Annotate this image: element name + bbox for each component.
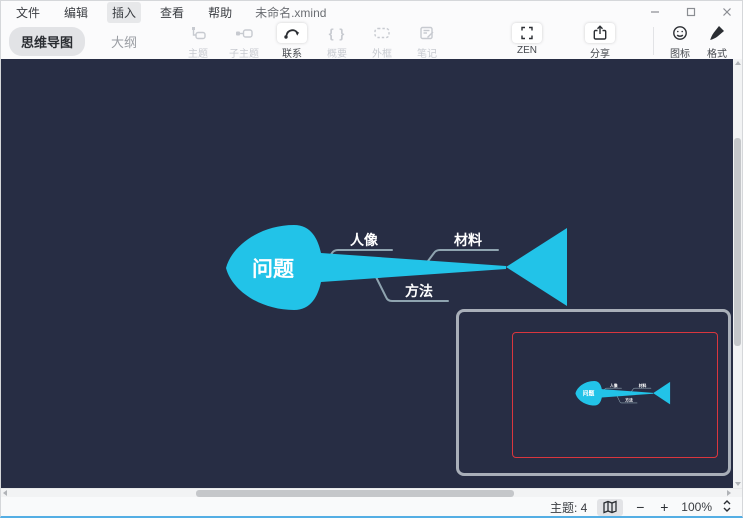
tab-mindmap[interactable]: 思维导图 <box>9 27 85 56</box>
vertical-scrollbar-thumb[interactable] <box>734 138 741 346</box>
marker-icon <box>665 23 695 43</box>
topic-button[interactable]: 主题 <box>175 23 221 60</box>
view-tabs: 思维导图 大纲 <box>9 27 149 56</box>
toolbar: 思维导图 大纲 主题 子主题 联系 { } 概要 <box>1 23 742 59</box>
boundary-button[interactable]: 外框 <box>359 23 405 60</box>
share-button[interactable]: 分享 <box>577 23 623 60</box>
zen-mode-button[interactable]: ZEN <box>504 23 550 56</box>
mindmap-canvas[interactable]: 问题 人像 材料 方法 <box>1 59 742 488</box>
maximize-icon[interactable] <box>684 5 698 19</box>
document-title: 未命名.xmind <box>255 4 326 21</box>
zoom-level: 100% <box>681 500 712 514</box>
chevron-up-down-icon <box>722 499 732 513</box>
format-icon <box>702 23 732 43</box>
relationship-icon <box>277 23 307 43</box>
summary-icon: { } <box>322 23 352 43</box>
branch-label-cailiao[interactable]: 材料 <box>454 232 482 248</box>
zoom-in-button[interactable]: + <box>657 499 671 515</box>
scroll-up-icon[interactable] <box>735 61 741 65</box>
menu-bar: 文件 编辑 插入 查看 帮助 未命名.xmind <box>1 1 742 23</box>
root-topic-label[interactable]: 问题 <box>252 258 295 281</box>
menu-edit[interactable]: 编辑 <box>59 2 93 23</box>
tab-outline[interactable]: 大纲 <box>99 27 149 56</box>
toolbar-divider <box>653 27 654 55</box>
horizontal-scrollbar-thumb[interactable] <box>196 490 514 497</box>
subtopic-button[interactable]: 子主题 <box>221 23 267 60</box>
notes-icon <box>412 23 442 43</box>
fishbone-group: 问题 人像 材料 方法 <box>226 225 567 310</box>
subtopic-icon <box>229 23 259 43</box>
branch-label-renxiang[interactable]: 人像 <box>350 232 379 248</box>
minimap-thumbnail <box>513 333 717 457</box>
minimap-toggle-button[interactable] <box>597 499 623 516</box>
minimap-panel <box>456 309 731 476</box>
scroll-right-icon[interactable] <box>727 490 731 496</box>
notes-button[interactable]: 笔记 <box>404 23 450 60</box>
format-button[interactable]: 格式 <box>694 23 740 60</box>
branch-label-fangfa[interactable]: 方法 <box>405 283 433 299</box>
zoom-stepper[interactable] <box>722 499 732 516</box>
scroll-down-icon[interactable] <box>735 482 741 486</box>
menu-help[interactable]: 帮助 <box>203 2 237 23</box>
boundary-icon <box>367 23 397 43</box>
zen-mode-icon <box>512 23 542 43</box>
window-controls <box>648 1 734 23</box>
topic-icon <box>183 23 213 43</box>
menu-insert[interactable]: 插入 <box>107 2 141 23</box>
summary-button[interactable]: { } 概要 <box>314 23 360 60</box>
menu-file[interactable]: 文件 <box>11 2 45 23</box>
zoom-out-button[interactable]: − <box>633 499 647 515</box>
scroll-left-icon[interactable] <box>3 490 7 496</box>
vertical-scrollbar[interactable] <box>733 59 742 488</box>
share-icon <box>585 23 615 43</box>
fish-tail[interactable] <box>506 228 567 306</box>
menu-view[interactable]: 查看 <box>155 2 189 23</box>
status-bar: 主题: 4 − + 100% <box>1 497 742 517</box>
minimap-viewport[interactable] <box>512 332 718 458</box>
close-icon[interactable] <box>720 5 734 19</box>
horizontal-scrollbar[interactable] <box>1 488 742 497</box>
relationship-button[interactable]: 联系 <box>269 23 315 60</box>
xmind-window: 文件 编辑 插入 查看 帮助 未命名.xmind 思维导图 大纲 主 <box>0 0 743 518</box>
map-icon <box>602 500 618 514</box>
topic-count: 主题: 4 <box>550 499 587 516</box>
minimize-icon[interactable] <box>648 5 662 19</box>
